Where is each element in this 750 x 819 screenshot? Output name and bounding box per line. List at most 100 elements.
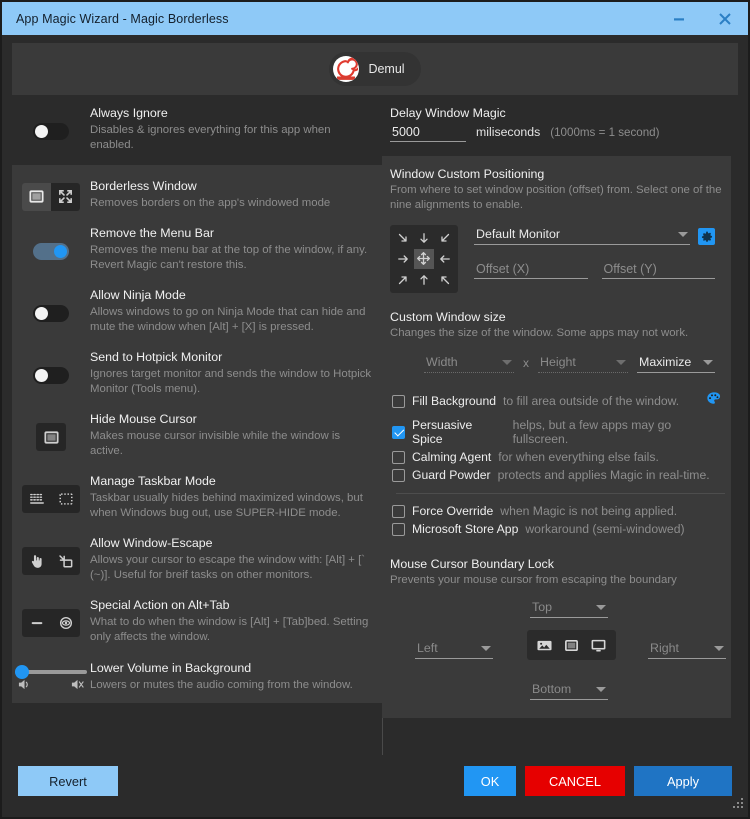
offset-x-field[interactable]: Offset (X) [474, 261, 588, 279]
boundary-mode-buttons[interactable] [527, 630, 616, 660]
ok-button[interactable]: OK [464, 766, 516, 796]
height-field[interactable]: Height [538, 353, 628, 373]
size-mode-select[interactable]: Maximize [637, 353, 715, 373]
persuasive-spice-checkbox[interactable] [392, 425, 405, 439]
arrow-down-icon[interactable] [414, 228, 435, 249]
option-always-ignore[interactable]: Always Ignore Disables & ignores everyth… [12, 95, 382, 165]
checkbox-fill-background[interactable]: Fill Background to fill area outside of … [392, 389, 729, 416]
boundary-bottom-line[interactable]: Bottom [530, 680, 608, 700]
option-remove-menu-bar[interactable]: Remove the Menu Bar Removes the menu bar… [12, 218, 382, 280]
arrow-up-right-icon[interactable] [393, 269, 414, 290]
special-action-alt-tab-control[interactable] [12, 597, 90, 645]
option-allow-ninja-mode[interactable]: Allow Ninja Mode Allows windows to go on… [12, 280, 382, 342]
remove-menu-bar-toggle[interactable] [33, 242, 69, 260]
calming-agent-checkbox[interactable] [392, 450, 405, 464]
alignment-grid[interactable] [390, 225, 458, 293]
width-field[interactable]: Width [424, 353, 514, 373]
volume-slider-wrap[interactable] [15, 664, 87, 696]
apply-button[interactable]: Apply [634, 766, 732, 796]
fullscreen-expand-icon[interactable] [51, 182, 80, 211]
cancel-button[interactable]: CANCEL [525, 766, 625, 796]
delay-input-wrap[interactable]: 5000 [390, 124, 466, 142]
checkbox-microsoft-store-app[interactable]: Microsoft Store App workaround (semi-win… [392, 520, 729, 538]
manage-taskbar-mode-icon-pair[interactable] [22, 485, 80, 513]
boundary-bottom-select[interactable]: Bottom [530, 680, 608, 700]
allow-ninja-mode-toggle[interactable] [33, 304, 69, 322]
arrow-up-icon[interactable] [414, 269, 435, 290]
boundary-right-line[interactable]: Right [648, 639, 726, 659]
fill-background-checkbox[interactable] [392, 394, 405, 408]
arrow-down-left-icon[interactable] [434, 228, 455, 249]
palette-icon[interactable] [706, 391, 721, 411]
microsoft-store-app-checkbox[interactable] [392, 522, 405, 536]
borderless-window-control[interactable] [12, 178, 90, 211]
option-special-action-alt-tab[interactable]: Special Action on Alt+Tab What to do whe… [12, 590, 382, 652]
boundary-top-select[interactable]: Top [530, 598, 608, 618]
remove-menu-bar-control[interactable] [12, 225, 90, 273]
window-icon[interactable] [558, 633, 585, 657]
checkbox-calming-agent[interactable]: Calming Agent for when everything else f… [392, 448, 729, 466]
picture-icon[interactable] [531, 633, 558, 657]
always-ignore-toggle[interactable] [33, 122, 69, 140]
size-mode-line[interactable]: Maximize [637, 353, 715, 373]
allow-ninja-mode-control[interactable] [12, 287, 90, 335]
special-action-alt-tab-icon-pair[interactable] [22, 609, 80, 637]
offset-x-input[interactable]: Offset (X) [474, 261, 588, 279]
monitor-icon[interactable] [585, 633, 612, 657]
chevron-down-icon [703, 359, 713, 365]
arrow-down-right-icon[interactable] [393, 228, 414, 249]
arrow-up-left-icon[interactable] [434, 269, 455, 290]
option-hide-mouse-cursor[interactable]: Hide Mouse Cursor Makes mouse cursor inv… [12, 404, 382, 466]
pointing-hand-icon[interactable] [22, 547, 51, 575]
width-input[interactable]: Width [424, 353, 514, 373]
option-manage-taskbar-mode[interactable]: Manage Taskbar Mode Taskbar usually hide… [12, 466, 382, 528]
boundary-top-line[interactable]: Top [530, 598, 608, 618]
lower-volume-control[interactable] [12, 660, 90, 696]
force-override-checkbox[interactable] [392, 504, 405, 518]
checkbox-force-override[interactable]: Force Override when Magic is not being a… [392, 502, 729, 520]
manage-taskbar-mode-control[interactable] [12, 473, 90, 521]
close-button[interactable] [702, 2, 748, 35]
dash-icon[interactable] [22, 609, 51, 637]
volume-slider[interactable] [15, 665, 87, 679]
monitor-select[interactable]: Default Monitor [474, 225, 690, 245]
boundary-left-line[interactable]: Left [415, 639, 493, 659]
checkbox-persuasive-spice[interactable]: Persuasive Spice helps, but a few apps m… [392, 416, 729, 448]
vertical-scrollbar[interactable] [731, 95, 738, 755]
delay-input[interactable]: 5000 [390, 124, 466, 142]
boundary-right-select[interactable]: Right [648, 639, 726, 659]
dotted-rectangle-icon[interactable] [51, 485, 80, 513]
resize-grip-icon[interactable] [732, 796, 744, 814]
option-allow-window-escape[interactable]: Allow Window-Escape Allows your cursor t… [12, 528, 382, 590]
guard-powder-checkbox[interactable] [392, 468, 405, 482]
revert-button[interactable]: Revert [18, 766, 118, 796]
option-send-to-hotpick-monitor[interactable]: Send to Hotpick Monitor Ignores target m… [12, 342, 382, 404]
monitor-select-line[interactable]: Default Monitor [474, 225, 690, 245]
volume-slider-thumb[interactable] [15, 665, 29, 679]
eye-icon[interactable] [51, 609, 80, 637]
arrow-right-icon[interactable] [393, 249, 414, 270]
app-chip[interactable]: Demul [329, 52, 421, 86]
escape-arrow-icon[interactable] [51, 547, 80, 575]
boundary-left-select[interactable]: Left [415, 639, 493, 659]
option-borderless-window[interactable]: Borderless Window Removes borders on the… [12, 171, 382, 218]
checkbox-guard-powder[interactable]: Guard Powder protects and applies Magic … [392, 466, 729, 484]
height-input[interactable]: Height [538, 353, 628, 373]
send-to-hotpick-monitor-control[interactable] [12, 349, 90, 397]
arrow-left-icon[interactable] [434, 249, 455, 270]
option-lower-volume-in-background[interactable]: Lower Volume in Background Lowers or mut… [12, 652, 382, 703]
offset-y-input[interactable]: Offset (Y) [601, 261, 715, 279]
dotted-taskbar-icon[interactable] [22, 485, 51, 513]
borderless-window-icon-pair[interactable] [22, 182, 80, 211]
minimize-button[interactable] [656, 2, 702, 35]
hide-mouse-cursor-control[interactable] [12, 411, 90, 459]
send-to-hotpick-monitor-toggle[interactable] [33, 366, 69, 384]
allow-window-escape-icon-pair[interactable] [22, 547, 80, 575]
window-icon[interactable] [36, 423, 66, 451]
window-icon[interactable] [22, 182, 51, 211]
offset-y-field[interactable]: Offset (Y) [601, 261, 715, 279]
move-icon[interactable] [413, 248, 435, 270]
gear-icon[interactable] [698, 228, 715, 245]
always-ignore-control[interactable] [12, 105, 90, 153]
allow-window-escape-control[interactable] [12, 535, 90, 583]
